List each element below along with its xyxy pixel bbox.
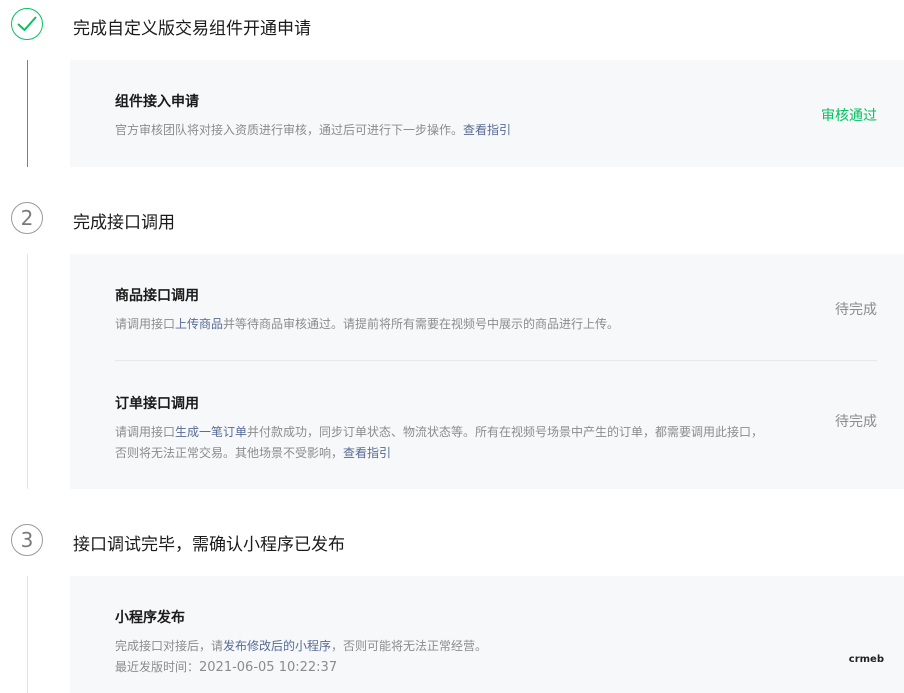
guide-link[interactable]: 查看指引 [343, 446, 391, 460]
status-badge: 审核通过 [821, 108, 877, 124]
step-2-connector [27, 254, 28, 489]
step-1-title: 完成自定义版交易组件开通申请 [73, 19, 311, 39]
item-title: 小程序发布 [115, 610, 185, 626]
item-desc: 请调用接口上传商品并等待商品审核通过。请提前将所有需要在视频号中展示的商品进行上… [115, 317, 620, 331]
item-miniprogram-release: 小程序发布 完成接口对接后，请发布修改后的小程序，否则可能将无法正常经营。 最近… [115, 607, 877, 677]
item-order-api: 订单接口调用 请调用接口生成一笔订单并付款成功，同步订单状态、物流状态等。所有在… [115, 393, 877, 463]
status-badge: 待完成 [835, 302, 877, 318]
release-time-label: 最近发版时间： [115, 660, 200, 674]
item-product-api: 商品接口调用 请调用接口上传商品并等待商品审核通过。请提前将所有需要在视频号中展… [115, 285, 877, 335]
item-desc: 请调用接口生成一笔订单并付款成功，同步订单状态、物流状态等。所有在视频号场景中产… [115, 425, 764, 460]
step-1-panel: 组件接入申请 官方审核团队将对接入资质进行审核，通过后可进行下一步操作。查看指引… [70, 60, 904, 167]
step-3-panel: 小程序发布 完成接口对接后，请发布修改后的小程序，否则可能将无法正常经营。 最近… [70, 576, 904, 693]
step-3-connector [27, 576, 28, 693]
step-1-check-icon [11, 8, 43, 40]
item-divider [115, 360, 877, 361]
status-badge: 待完成 [835, 414, 877, 430]
step-2-number: 2 [11, 202, 43, 234]
step-1-connector [27, 60, 28, 167]
item-desc: 官方审核团队将对接入资质进行审核，通过后可进行下一步操作。查看指引 [115, 123, 512, 137]
item-component-apply: 组件接入申请 官方审核团队将对接入资质进行审核，通过后可进行下一步操作。查看指引… [115, 91, 877, 141]
item-title: 订单接口调用 [115, 396, 199, 412]
step-3-number: 3 [11, 524, 43, 556]
item-title: 商品接口调用 [115, 288, 199, 304]
guide-link[interactable]: 查看指引 [463, 123, 511, 137]
release-miniprogram-link[interactable]: 发布修改后的小程序 [223, 639, 331, 653]
step-2-title: 完成接口调用 [73, 213, 175, 233]
item-title: 组件接入申请 [115, 94, 199, 110]
create-order-link[interactable]: 生成一笔订单 [175, 425, 247, 439]
step-2-panel: 商品接口调用 请调用接口上传商品并等待商品审核通过。请提前将所有需要在视频号中展… [70, 254, 904, 489]
upload-product-link[interactable]: 上传商品 [175, 317, 223, 331]
step-3-title: 接口调试完毕，需确认小程序已发布 [73, 535, 345, 555]
release-time-value: 2021-06-05 10:22:37 [199, 660, 338, 675]
item-desc: 完成接口对接后，请发布修改后的小程序，否则可能将无法正常经营。 最近发版时间：2… [115, 639, 488, 675]
step-1-header: 完成自定义版交易组件开通申请 [0, 0, 904, 52]
step-2-header: 2 完成接口调用 [0, 194, 904, 246]
watermark-logo: crmeb [848, 654, 884, 665]
step-3-header: 3 接口调试完毕，需确认小程序已发布 [0, 516, 904, 568]
